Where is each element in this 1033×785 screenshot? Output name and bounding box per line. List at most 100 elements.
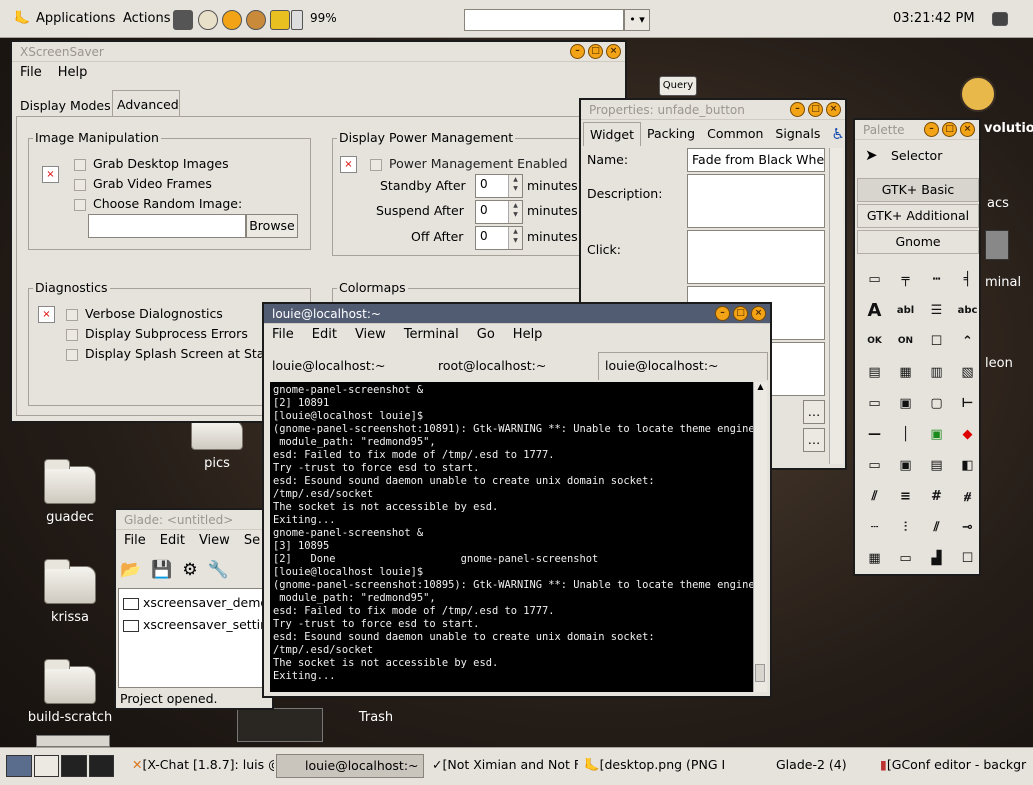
spinner-arrows[interactable]: ▲ ▼	[508, 175, 522, 197]
colorsel-widget-icon[interactable]: ◆	[952, 419, 983, 450]
off-spinner[interactable]: 0 ▲ ▼	[475, 226, 523, 250]
notebook-widget-icon[interactable]: #	[921, 481, 952, 512]
clock-launcher-icon[interactable]	[222, 10, 242, 30]
workspace-3[interactable]	[61, 755, 87, 777]
hscale-widget-icon[interactable]: ┄	[859, 512, 890, 543]
hpaned-widget-icon[interactable]: ⫽	[859, 481, 890, 512]
menu-terminal[interactable]: Terminal	[404, 327, 459, 346]
selector-button[interactable]: Selector	[891, 148, 942, 163]
menu-view[interactable]: View	[355, 327, 386, 346]
workspace-1[interactable]	[6, 755, 32, 777]
palette-group-gtk-basic[interactable]: GTK+ Basic	[857, 178, 979, 202]
tab-root[interactable]: root@localhost:~	[432, 352, 598, 380]
label-widget-icon[interactable]: A	[859, 295, 890, 326]
menu-help[interactable]: Help	[513, 327, 543, 346]
filesel-widget-icon[interactable]: ▣	[890, 450, 921, 481]
scroll-thumb[interactable]	[755, 664, 765, 682]
menu-edit[interactable]: Edit	[312, 327, 337, 346]
options-icon[interactable]: ⚙	[182, 560, 197, 580]
choose-random-checkbox[interactable]: Choose Random Image:	[74, 196, 242, 211]
tab-advanced[interactable]: Advanced	[112, 90, 180, 116]
desktop-icon-build-scratch[interactable]: build-scratch	[20, 659, 120, 725]
tools-launcher-icon[interactable]	[270, 10, 290, 30]
desktop-icon-pics[interactable]: pics	[167, 413, 267, 471]
menu-edit[interactable]: Edit	[160, 533, 185, 552]
xscreensaver-titlebar[interactable]: XScreenSaver – □ ×	[12, 42, 625, 62]
vseparator-widget-icon[interactable]: │	[890, 419, 921, 450]
tab-packing[interactable]: Packing	[641, 122, 701, 146]
maximize-button[interactable]: □	[808, 102, 823, 117]
name-field[interactable]: Fade from Black Wher	[687, 148, 825, 172]
taskbar-galeon[interactable]: ✓[Not Ximian and Not F	[428, 754, 578, 778]
palette-group-gtk-additional[interactable]: GTK+ Additional	[857, 204, 979, 228]
spinner-arrows[interactable]: ▲ ▼	[508, 227, 522, 249]
build-icon[interactable]: 🔧	[208, 560, 229, 580]
progress-widget-icon[interactable]: ⫽	[921, 512, 952, 543]
taskbar-gconf[interactable]: ▮[GConf editor - backgr	[876, 754, 1028, 778]
maximize-button[interactable]: □	[733, 306, 748, 321]
menu-settings[interactable]: Se	[244, 533, 260, 552]
terminal-titlebar[interactable]: louie@localhost:~ – □ ×	[264, 304, 770, 324]
hruler-widget-icon[interactable]: ⊢	[952, 388, 983, 419]
show-desktop-icon[interactable]	[992, 12, 1008, 26]
option-widget-icon[interactable]: ▢	[921, 388, 952, 419]
hbox-widget-icon[interactable]: ▥	[921, 357, 952, 388]
image-widget-icon[interactable]: ▣	[921, 419, 952, 450]
tab-louie-2[interactable]: louie@localhost:~	[598, 352, 768, 380]
applications-menu[interactable]: Applications	[36, 11, 115, 26]
minimize-button[interactable]: –	[570, 44, 585, 59]
gimp-launcher-icon[interactable]	[198, 10, 218, 30]
verbose-checkbox[interactable]: Verbose Dialognostics	[66, 306, 223, 321]
glade-titlebar[interactable]: Glade: <untitled>	[116, 510, 272, 530]
handlebox-widget-icon[interactable]: ╡	[952, 264, 983, 295]
menu-file[interactable]: File	[124, 533, 146, 552]
grab-video-checkbox[interactable]: Grab Video Frames	[74, 176, 212, 191]
inputdlg-widget-icon[interactable]: ◧	[952, 450, 983, 481]
checkbox-widget-icon[interactable]: ☐	[921, 326, 952, 357]
table-widget-icon[interactable]: ▦	[890, 357, 921, 388]
panel-command-dropdown[interactable]: • ▾	[624, 9, 650, 31]
drawing-widget-icon[interactable]: ☐	[952, 543, 983, 574]
properties-titlebar[interactable]: Properties: unfade_button – □ ×	[581, 100, 845, 120]
close-button[interactable]: ×	[960, 122, 975, 137]
menu-go[interactable]: Go	[477, 327, 495, 346]
menu-file[interactable]: File	[272, 327, 294, 346]
workspace-2[interactable]	[33, 755, 59, 777]
clock[interactable]: 03:21:42 PM	[893, 11, 975, 26]
frame-widget-icon[interactable]: ⧣	[952, 481, 983, 512]
close-button[interactable]: ×	[606, 44, 621, 59]
description-field[interactable]	[687, 174, 825, 228]
vscale-widget-icon[interactable]: ⫶	[890, 512, 921, 543]
menu-file[interactable]: File	[20, 65, 42, 84]
curve-widget-icon[interactable]: ▭	[890, 543, 921, 574]
evolution-icon[interactable]	[960, 76, 996, 112]
toolbar-widget-icon[interactable]: ┅	[921, 264, 952, 295]
list-item[interactable]: xscreensaver_settin	[123, 617, 268, 632]
fontsel-widget-icon[interactable]: ▤	[921, 450, 952, 481]
panel-command-entry[interactable]	[464, 9, 624, 31]
subprocess-checkbox[interactable]: Display Subprocess Errors	[66, 326, 248, 341]
monkey-launcher-icon[interactable]	[246, 10, 266, 30]
terminal-desktop-icon[interactable]	[985, 230, 1009, 260]
minimize-button[interactable]: –	[924, 122, 939, 137]
minimize-button[interactable]: –	[790, 102, 805, 117]
accessibility-icon[interactable]: ♿	[826, 122, 849, 146]
save-icon[interactable]: 💾	[151, 560, 172, 580]
taskbar-gimp[interactable]: 🦶[desktop.png (PNG Im	[580, 754, 726, 778]
suspend-spinner[interactable]: 0 ▲ ▼	[475, 200, 523, 224]
palette-titlebar[interactable]: Palette – □ ×	[855, 120, 979, 140]
click-field[interactable]	[687, 230, 825, 284]
workspace-switcher[interactable]	[6, 755, 114, 777]
browse-button[interactable]: Browse	[246, 214, 298, 238]
list-item[interactable]: xscreensaver_demo	[123, 595, 268, 610]
button-widget-icon[interactable]: OK	[859, 326, 890, 357]
close-button[interactable]: ×	[826, 102, 841, 117]
foot-icon[interactable]: 🦶	[14, 11, 30, 26]
calendar-widget-icon[interactable]: ▦	[859, 543, 890, 574]
hseparator-widget-icon[interactable]: —	[859, 419, 890, 450]
open-icon[interactable]: 📂	[120, 560, 141, 580]
taskbar-glade[interactable]: Glade-2 (4)	[728, 754, 874, 778]
dialog-widget-icon[interactable]: ▭	[859, 450, 890, 481]
spin-widget-icon[interactable]: abc	[952, 295, 983, 326]
dpm-enabled-checkbox[interactable]: Power Management Enabled	[370, 156, 568, 171]
